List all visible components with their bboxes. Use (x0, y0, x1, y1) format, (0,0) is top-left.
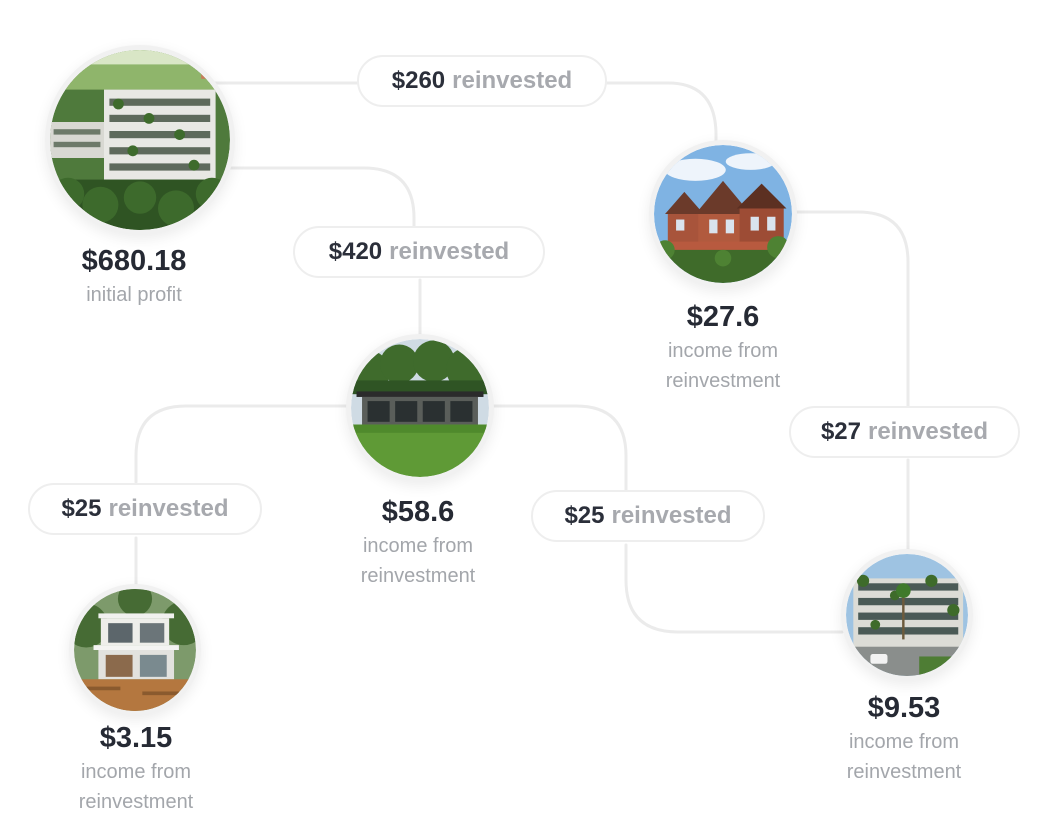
bottom-right-caption: $9.53 income from reinvestment (804, 691, 1004, 787)
pill-label: reinvested (611, 502, 732, 529)
reinvested-pill-25-right: $25 reinvested (531, 490, 765, 542)
connector-260-to-topright (603, 81, 718, 150)
white-villa-property-photo (69, 584, 201, 716)
node-value: $9.53 (867, 692, 941, 724)
pill-amount: $25 (564, 502, 605, 529)
node-description: income from reinvestment (318, 531, 518, 591)
connector-center-to-25a (134, 404, 352, 484)
reinvestment-tree-diagram: $260 reinvested $420 reinvested $27 rein… (0, 0, 1046, 837)
pill-label: reinvested (108, 495, 229, 522)
node-description: income from reinvestment (804, 727, 1004, 787)
connector-center-to-25b (488, 404, 628, 492)
pill-amount: $420 (328, 238, 383, 265)
pill-amount: $25 (61, 495, 102, 522)
node-description-line2: reinvestment (665, 370, 781, 392)
reinvested-pill-27: $27 reinvested (789, 406, 1020, 458)
connector-root-to-420 (223, 166, 416, 230)
root-property-photo (45, 45, 235, 235)
root-caption: $680.18 initial profit (34, 244, 234, 310)
node-value: $27.6 (686, 301, 760, 333)
center-caption: $58.6 income from reinvestment (318, 495, 518, 591)
apartment-property-photo (841, 549, 973, 681)
node-description-line2: reinvestment (846, 761, 962, 783)
pill-label: reinvested (389, 238, 510, 265)
villa-property-photo (649, 140, 797, 288)
reinvested-pill-25-left: $25 reinvested (28, 483, 262, 535)
reinvested-pill-420: $420 reinvested (293, 226, 545, 278)
node-description-line2: reinvestment (360, 565, 476, 587)
node-description-line2: reinvestment (78, 791, 194, 813)
node-description: income from reinvestment (36, 757, 236, 817)
pill-label: reinvested (452, 67, 573, 94)
node-description-line1: income from (848, 731, 960, 753)
pill-amount: $27 (820, 418, 861, 445)
pill-amount: $260 (391, 67, 446, 94)
node-value: $3.15 (99, 722, 173, 754)
node-value: $680.18 (81, 245, 187, 277)
connector-25b-to-bottomright (624, 543, 844, 634)
node-description: initial profit (86, 284, 182, 306)
top-right-caption: $27.6 income from reinvestment (623, 300, 823, 396)
pill-label: reinvested (867, 418, 989, 445)
node-description-line1: income from (667, 340, 779, 362)
node-description-line1: income from (362, 535, 474, 557)
bottom-left-caption: $3.15 income from reinvestment (36, 721, 236, 817)
node-value: $58.6 (381, 496, 455, 528)
modern-house-property-photo (346, 334, 494, 482)
node-description-line1: income from (80, 761, 192, 783)
node-description: income from reinvestment (623, 336, 823, 396)
reinvested-pill-260: $260 reinvested (357, 55, 607, 107)
